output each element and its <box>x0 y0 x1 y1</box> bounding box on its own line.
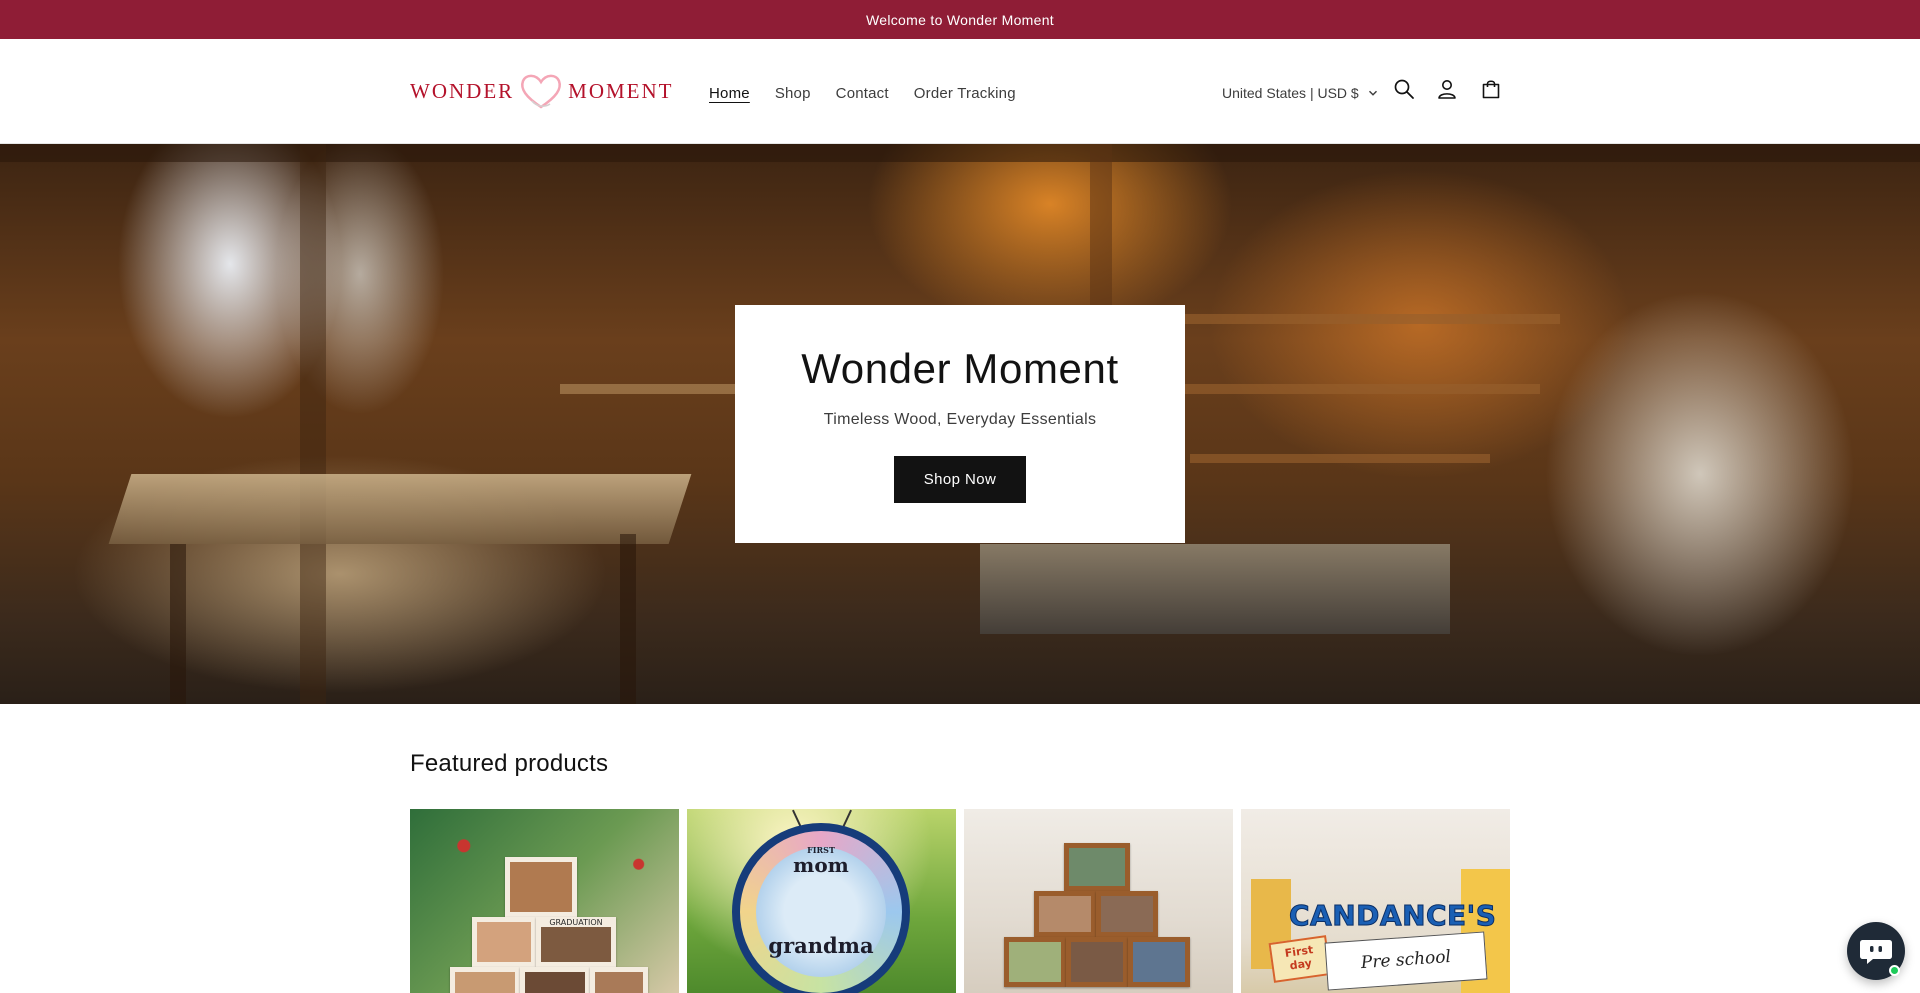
announcement-text: Welcome to Wonder Moment <box>866 11 1054 28</box>
ornament-text-grandma: grandma <box>768 933 874 958</box>
product-image <box>964 809 1233 993</box>
heart-icon <box>521 74 562 109</box>
product-card[interactable]: GRADUATION <box>410 809 679 993</box>
announcement-bar: Welcome to Wonder Moment <box>0 0 1920 39</box>
nav-item-home[interactable]: Home <box>709 85 750 102</box>
product-image: GRADUATION <box>410 809 679 993</box>
country-currency-selector[interactable]: United States | USD $ <box>1222 79 1378 107</box>
logo-word-right: MOMENT <box>568 78 674 103</box>
nav-item-shop[interactable]: Shop <box>775 85 811 102</box>
search-button[interactable] <box>1391 76 1417 102</box>
product-card[interactable]: CANDANCE'S First day Pre school <box>1241 809 1510 993</box>
chat-bot-icon <box>1860 940 1892 964</box>
account-icon <box>1438 80 1456 99</box>
product-card[interactable] <box>964 809 1233 993</box>
product-image: FIRST mom grandma <box>687 809 956 993</box>
main-nav: Home Shop Contact Order Tracking <box>709 78 1041 108</box>
hero-text-card: Wonder Moment Timeless Wood, Everyday Es… <box>735 305 1185 543</box>
sign-name-text: CANDANCE'S <box>1288 899 1497 933</box>
logo-word-left: WONDER <box>410 78 515 103</box>
product-card[interactable]: FIRST mom grandma <box>687 809 956 993</box>
account-button[interactable] <box>1434 76 1460 102</box>
frame-caption: GRADUATION <box>541 918 611 927</box>
hero-subtitle: Timeless Wood, Everyday Essentials <box>823 411 1097 428</box>
ornament-text-mom: mom <box>793 853 849 877</box>
online-status-dot <box>1889 965 1900 976</box>
sign-first-day-text: First day <box>1283 943 1314 973</box>
nav-item-contact[interactable]: Contact <box>836 85 889 102</box>
hero-title: Wonder Moment <box>801 345 1119 392</box>
search-icon <box>1394 79 1414 99</box>
chevron-down-icon <box>1368 90 1377 96</box>
cart-button[interactable] <box>1478 76 1504 102</box>
nav-item-order-tracking[interactable]: Order Tracking <box>914 85 1016 102</box>
brand-logo[interactable]: WONDER MOMENT <box>410 71 674 111</box>
sign-school-text: Pre school <box>1360 946 1452 974</box>
featured-products-heading: Featured products <box>410 750 609 777</box>
product-image: CANDANCE'S First day Pre school <box>1241 809 1510 993</box>
chat-widget-button[interactable] <box>1847 922 1905 980</box>
cart-icon <box>1482 80 1500 99</box>
site-header: WONDER MOMENT Home Shop Contact Order Tr… <box>0 39 1920 144</box>
locale-label: United States | USD $ <box>1222 85 1359 101</box>
sign-first-day: First day <box>1268 935 1332 983</box>
shop-now-button[interactable]: Shop Now <box>894 456 1026 503</box>
